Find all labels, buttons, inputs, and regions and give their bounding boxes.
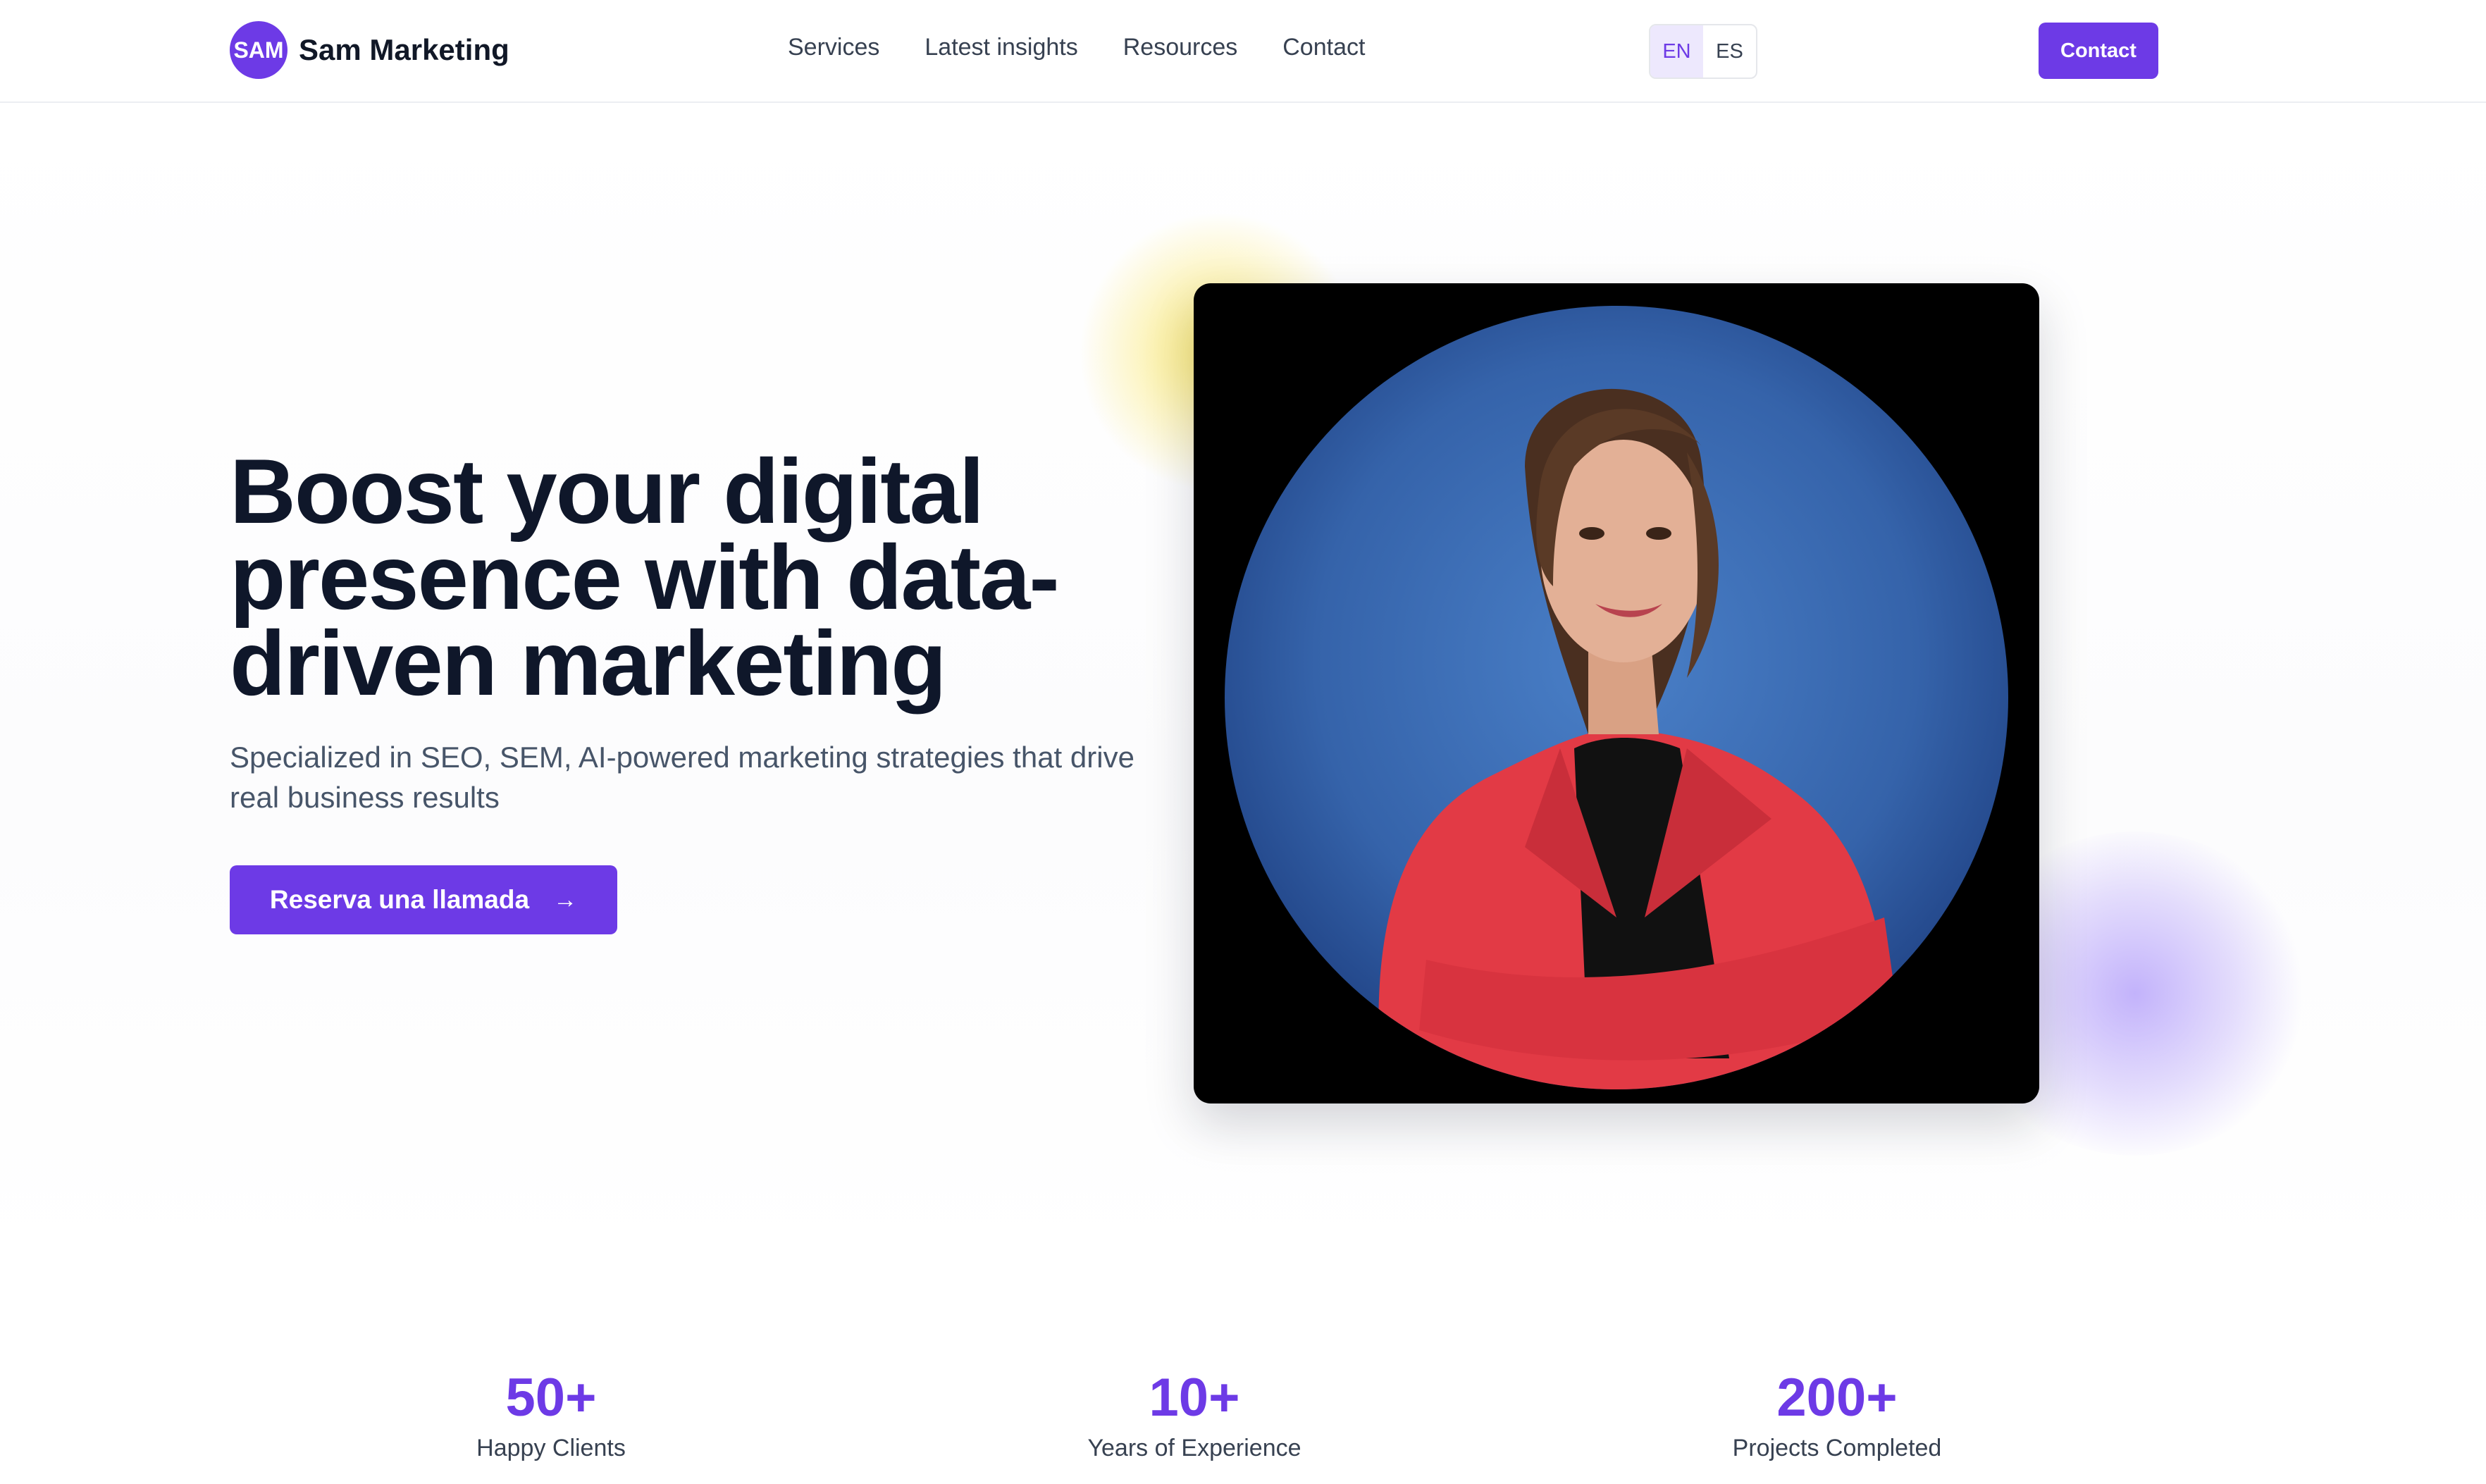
language-switcher: EN ES	[1649, 24, 1757, 79]
header-contact-button[interactable]: Contact	[2039, 23, 2158, 79]
book-call-button[interactable]: Reserva una llamada →	[230, 865, 617, 934]
stat-value: 200+	[1776, 1368, 1898, 1428]
hero-subline: Specialized in SEO, SEM, AI-powered mark…	[230, 741, 1134, 814]
nav-item-latest-insights[interactable]: Latest insights	[924, 34, 1077, 61]
book-call-label: Reserva una llamada	[269, 885, 530, 914]
page: SAM Sam Marketing Services Latest insigh…	[0, 0, 2486, 1484]
language-en-button[interactable]: EN	[1650, 25, 1703, 78]
stat-label: Happy Clients	[476, 1435, 626, 1461]
logo-badge: SAM	[230, 21, 287, 79]
language-es-button[interactable]: ES	[1703, 25, 1756, 78]
brand-logo[interactable]: SAM Sam Marketing	[230, 21, 509, 79]
portrait-image	[1225, 306, 2008, 1089]
nav-item-services[interactable]: Services	[788, 34, 879, 61]
site-header: SAM Sam Marketing Services Latest insigh…	[0, 0, 2486, 103]
stat-years-experience: 10+ Years of Experience	[983, 1370, 1406, 1462]
stat-label: Projects Completed	[1732, 1435, 1942, 1461]
stat-value: 10+	[1149, 1368, 1240, 1428]
stat-projects-completed: 200+ Projects Completed	[1626, 1370, 2048, 1462]
stat-happy-clients: 50+ Happy Clients	[340, 1370, 762, 1462]
stat-value: 50+	[505, 1368, 597, 1428]
nav-item-contact[interactable]: Contact	[1282, 34, 1365, 61]
nav-item-resources[interactable]: Resources	[1123, 34, 1238, 61]
brand-name: Sam Marketing	[299, 33, 509, 66]
main-nav: Services Latest insights Resources Conta…	[788, 34, 1365, 61]
stat-label: Years of Experience	[1087, 1435, 1301, 1461]
hero-photo-card	[1194, 283, 2039, 1103]
hero-headline: Boost your digital presence with data-dr…	[230, 440, 1060, 715]
arrow-right-icon: →	[553, 886, 578, 913]
